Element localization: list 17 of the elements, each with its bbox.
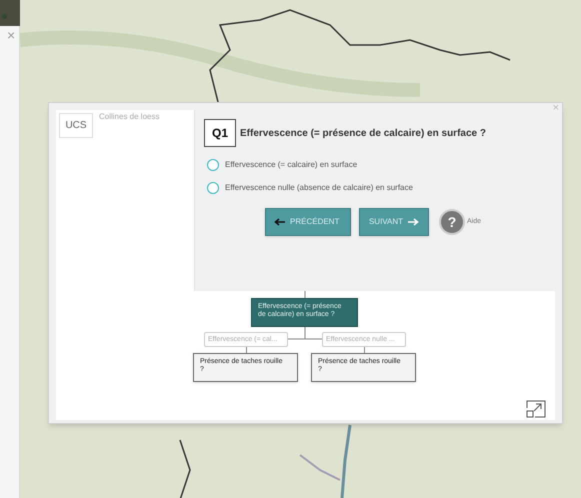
question-title: Effervescence (= présence de calcaire) en surface ? <box>240 126 486 140</box>
right-arrow-icon <box>408 218 420 226</box>
close-button[interactable]: × <box>7 28 16 42</box>
dot-icon <box>2 14 7 19</box>
radio-button[interactable] <box>207 182 219 194</box>
ucs-label: UCS <box>59 113 93 138</box>
question-number: Q1 <box>204 119 236 147</box>
option-label: Effervescence nulle (absence de calcaire) en surface <box>225 182 413 194</box>
left-arrow-icon <box>274 218 285 226</box>
option-label: Effervescence (= calcaire) en surface <box>225 159 358 171</box>
previous-button[interactable]: PRÉCÉDENT <box>265 208 351 236</box>
expand-icon[interactable] <box>526 400 546 418</box>
radio-button[interactable] <box>207 159 219 171</box>
ucs-name: Collines de loess <box>99 113 160 121</box>
help-button[interactable]: ? <box>439 209 465 235</box>
next-button[interactable]: SUIVANT <box>359 208 429 236</box>
close-button[interactable]: × <box>552 103 559 114</box>
